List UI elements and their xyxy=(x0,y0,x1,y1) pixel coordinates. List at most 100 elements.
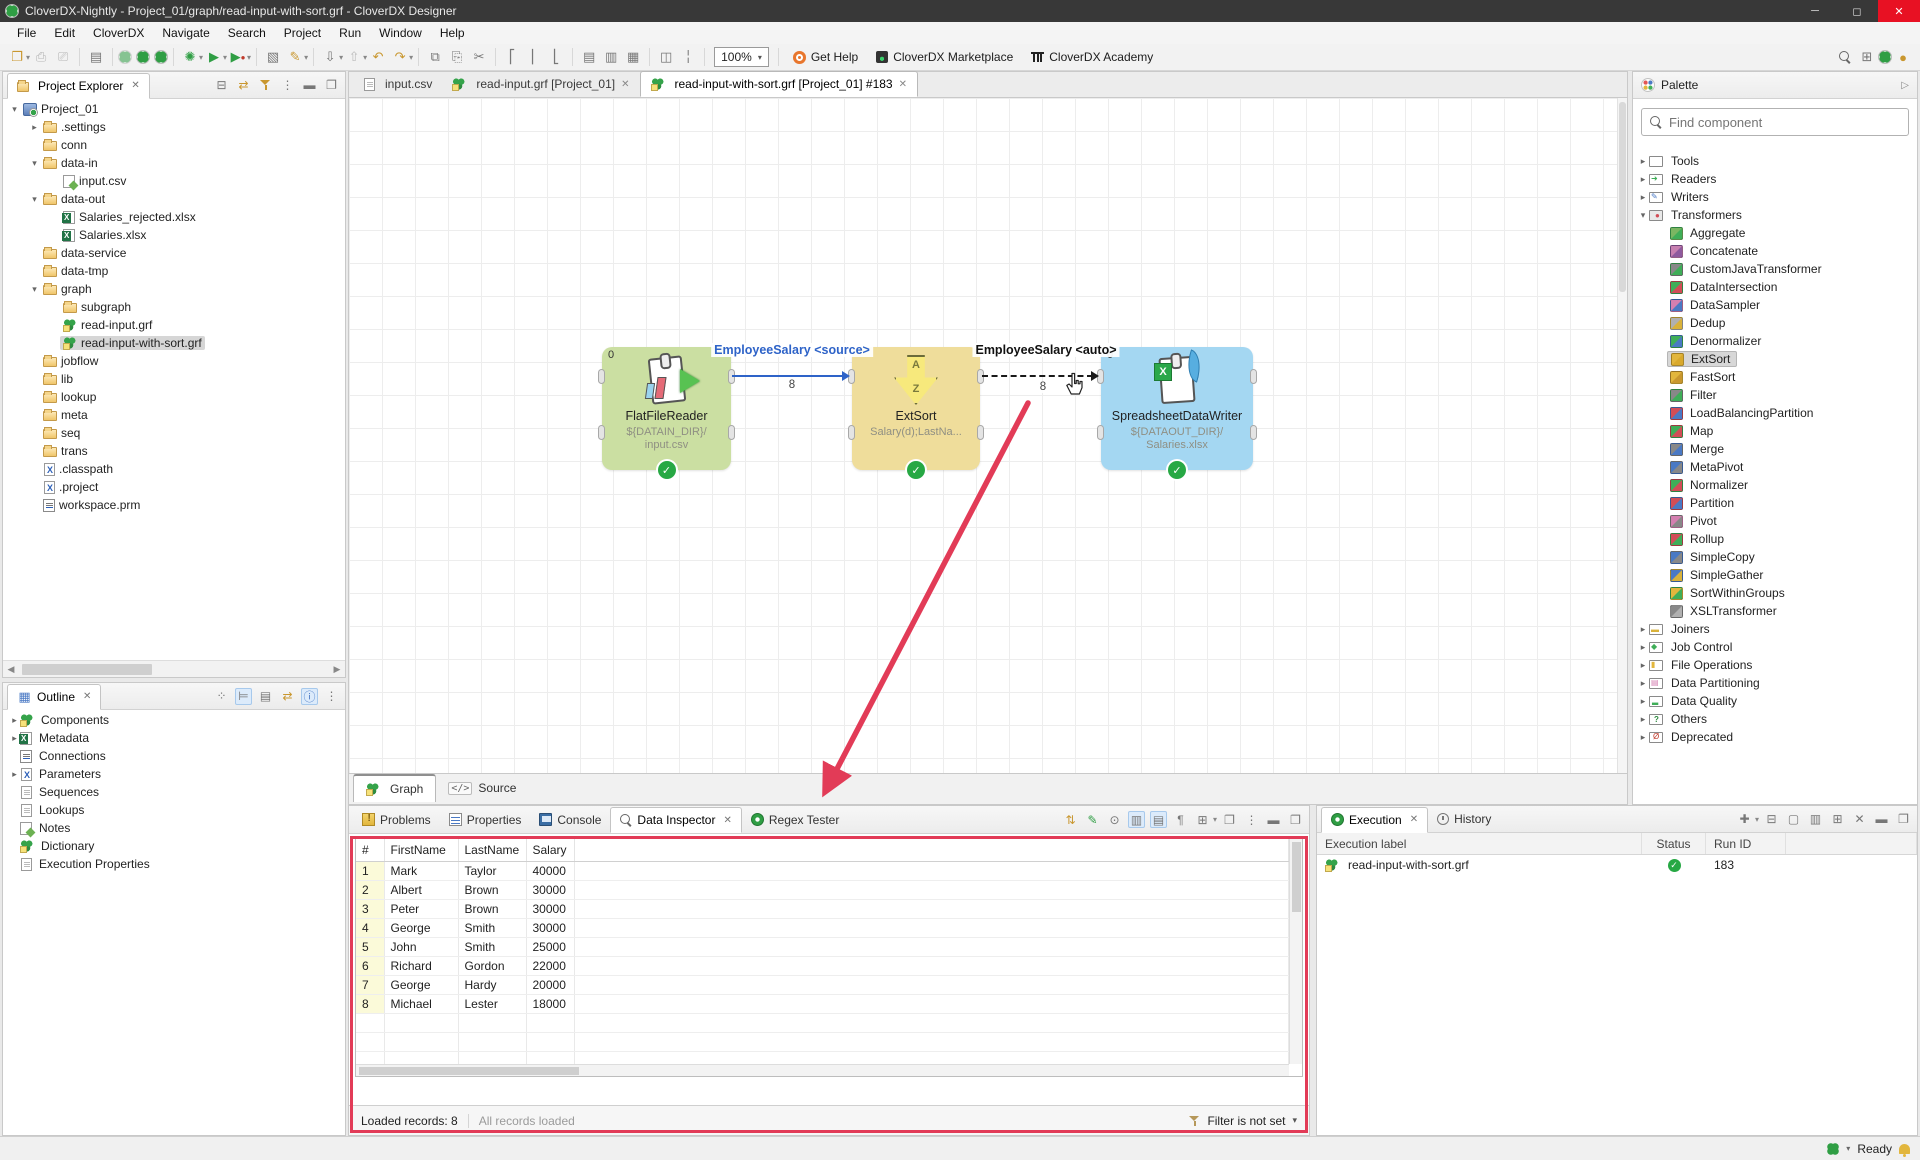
cell[interactable]: Richard xyxy=(384,956,458,975)
views-menu-button[interactable]: ⋮ xyxy=(1243,811,1260,828)
expander-icon[interactable]: ▾ xyxy=(29,284,40,295)
canvas-vscrollbar[interactable] xyxy=(1617,98,1627,773)
palette-category-transformers[interactable]: ▾Transformers xyxy=(1633,206,1917,224)
outline-item-notes[interactable]: Notes xyxy=(3,819,345,837)
cell[interactable]: Smith xyxy=(458,918,526,937)
cut-button[interactable]: ✂ xyxy=(469,47,489,67)
outline-item-parameters[interactable]: ▸Parameters xyxy=(3,765,345,783)
exec-settings-button[interactable]: ✚ xyxy=(1736,811,1753,828)
tab-problems[interactable]: Problems xyxy=(353,807,440,833)
close-icon[interactable]: ✕ xyxy=(899,79,907,90)
palette-item-dedup[interactable]: Dedup xyxy=(1633,314,1917,332)
palette-category-data-partitioning[interactable]: ▸Data Partitioning xyxy=(1633,674,1917,692)
tree-item--project[interactable]: .project xyxy=(3,478,345,496)
exec-grid-button[interactable]: ⊞ xyxy=(1829,811,1846,828)
palette-category-deprecated[interactable]: ▸Deprecated xyxy=(1633,728,1917,746)
expander-icon[interactable]: ▸ xyxy=(1637,714,1649,725)
table-row[interactable]: 3PeterBrown30000 xyxy=(356,899,1289,918)
tree-item-data-service[interactable]: data-service xyxy=(3,244,345,262)
cell[interactable]: Gordon xyxy=(458,956,526,975)
debug-dropdown[interactable]: ▾ xyxy=(199,53,203,62)
cell[interactable]: George xyxy=(384,975,458,994)
undo-button[interactable]: ↶ xyxy=(368,47,388,67)
palette-item-datasampler[interactable]: DataSampler xyxy=(1633,296,1917,314)
clover-gray-button[interactable] xyxy=(118,50,132,64)
table-row[interactable]: 8MichaelLester18000 xyxy=(356,994,1289,1013)
notifications-button[interactable]: ● xyxy=(1893,47,1913,67)
palette-category-data-quality[interactable]: ▸Data Quality xyxy=(1633,692,1917,710)
col-run-id[interactable]: Run ID xyxy=(1706,833,1786,854)
outline-menu-button[interactable]: ⋮ xyxy=(323,688,340,705)
expander-icon[interactable]: ▸ xyxy=(9,769,20,780)
palette-item-simplegather[interactable]: SimpleGather xyxy=(1633,566,1917,584)
designer-perspective-button[interactable] xyxy=(1878,50,1892,64)
maximize-views-button[interactable]: ❐ xyxy=(1287,811,1304,828)
menu-item-edit[interactable]: Edit xyxy=(45,23,84,43)
exec-settings-dropdown[interactable]: ▾ xyxy=(1755,815,1759,824)
tree-item-subgraph[interactable]: subgraph xyxy=(3,298,345,316)
minimize-view-button[interactable]: ▬ xyxy=(301,77,318,94)
column-header-num[interactable]: # xyxy=(356,839,384,861)
lock-button[interactable]: ⊙ xyxy=(1106,811,1123,828)
palette-item-loadbalancingpartition[interactable]: LoadBalancingPartition xyxy=(1633,404,1917,422)
palette-item-partition[interactable]: Partition xyxy=(1633,494,1917,512)
palette-item-rollup[interactable]: Rollup xyxy=(1633,530,1917,548)
tab-console[interactable]: Console xyxy=(530,807,610,833)
expander-icon[interactable]: ▸ xyxy=(29,122,40,133)
grid-toggle-button[interactable]: ▥ xyxy=(1128,811,1145,828)
outline-item-components[interactable]: ▸Components xyxy=(3,711,345,729)
export-button[interactable]: ⇧ xyxy=(344,47,364,67)
expander-icon[interactable]: ▸ xyxy=(1637,696,1649,707)
palette-item-filter[interactable]: Filter xyxy=(1633,386,1917,404)
palette-category-joiners[interactable]: ▸Joiners xyxy=(1633,620,1917,638)
search-button[interactable] xyxy=(1835,47,1855,67)
expander-icon[interactable]: ▸ xyxy=(1637,678,1649,689)
cell[interactable]: 25000 xyxy=(526,937,574,956)
tab-properties[interactable]: Properties xyxy=(440,807,531,833)
close-icon[interactable]: ✕ xyxy=(131,80,139,91)
cell[interactable]: Hardy xyxy=(458,975,526,994)
palette-collapse-icon[interactable]: ▷ xyxy=(1901,80,1909,91)
close-button[interactable]: ✕ xyxy=(1878,0,1920,22)
column-header-FirstName[interactable]: FirstName xyxy=(384,839,458,861)
cell[interactable]: Michael xyxy=(384,994,458,1013)
paste-button[interactable]: ⎘ xyxy=(447,47,467,67)
pin-button[interactable]: ✎ xyxy=(1084,811,1101,828)
server-status-icon[interactable] xyxy=(1827,1143,1839,1155)
expander-icon[interactable]: ▸ xyxy=(1637,174,1649,185)
outline-item-dictionary[interactable]: Dictionary xyxy=(3,837,345,855)
text-toggle-button[interactable]: ▤ xyxy=(1150,811,1167,828)
run-config-dropdown[interactable]: ▾ xyxy=(247,53,251,62)
minimize-button[interactable]: ─ xyxy=(1794,0,1836,22)
align-right-button[interactable]: ⎣ xyxy=(546,47,566,67)
cell[interactable]: Brown xyxy=(458,899,526,918)
tree-item-data-out[interactable]: ▾data-out xyxy=(3,190,345,208)
cell[interactable]: Brown xyxy=(458,880,526,899)
expander-icon[interactable]: ▾ xyxy=(29,158,40,169)
palette-item-map[interactable]: Map xyxy=(1633,422,1917,440)
tree-item-meta[interactable]: meta xyxy=(3,406,345,424)
menu-item-window[interactable]: Window xyxy=(370,23,431,43)
outline-dots-button[interactable]: ⁘ xyxy=(213,688,230,705)
cell[interactable]: 40000 xyxy=(526,861,574,880)
cell[interactable]: 5 xyxy=(356,937,384,956)
port[interactable] xyxy=(1250,369,1257,384)
expander-icon[interactable]: ▾ xyxy=(1637,210,1649,221)
tree-item-graph[interactable]: ▾graph xyxy=(3,280,345,298)
notification-bell-icon[interactable] xyxy=(1899,1144,1910,1154)
tree-item-salaries-rejected-xlsx[interactable]: Salaries_rejected.xlsx xyxy=(3,208,345,226)
cell[interactable]: Albert xyxy=(384,880,458,899)
palette-item-merge[interactable]: Merge xyxy=(1633,440,1917,458)
tree-item--classpath[interactable]: .classpath xyxy=(3,460,345,478)
table-toggle-button[interactable]: ⊞ xyxy=(1194,811,1211,828)
menu-item-file[interactable]: File xyxy=(8,23,45,43)
maximize-exec-button[interactable]: ❐ xyxy=(1895,811,1912,828)
outline-item-connections[interactable]: Connections xyxy=(3,747,345,765)
project-tree-hscrollbar[interactable]: ◀ ▶ xyxy=(3,660,345,677)
close-icon[interactable]: ✕ xyxy=(83,691,91,702)
brush-button[interactable]: ✎ xyxy=(285,47,305,67)
tab-history[interactable]: History xyxy=(1428,806,1500,832)
column-header-Salary[interactable]: Salary xyxy=(526,839,574,861)
brush-dropdown[interactable]: ▾ xyxy=(304,53,308,62)
tree-item-salaries-xlsx[interactable]: Salaries.xlsx xyxy=(3,226,345,244)
